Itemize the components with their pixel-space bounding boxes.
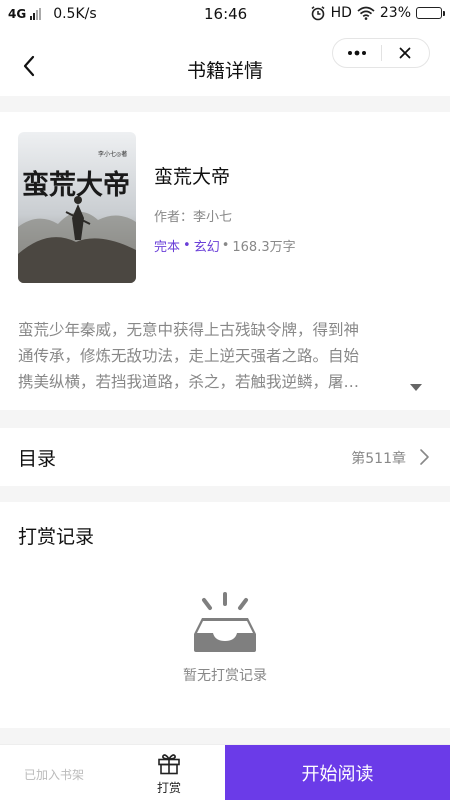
status-tag: 完本 bbox=[154, 240, 181, 255]
description-line: 蛮荒少年秦威，无意中获得上古残缺令牌，得到神 bbox=[18, 321, 360, 339]
book-title: 蛮荒大帝 bbox=[154, 166, 231, 188]
cover-author-text: 李小七◎著 bbox=[98, 150, 127, 158]
gift-icon bbox=[158, 754, 180, 775]
nav-bar: 书籍详情 bbox=[0, 30, 450, 96]
mini-program-capsule bbox=[332, 38, 430, 68]
close-button[interactable] bbox=[382, 39, 430, 67]
tip-label: 打赏 bbox=[156, 781, 181, 795]
wifi-icon bbox=[357, 6, 375, 20]
more-button[interactable] bbox=[333, 39, 381, 67]
bottom-action-bar: 已加入书架 打赏 开始阅读 bbox=[0, 744, 450, 800]
catalog-label: 目录 bbox=[18, 448, 57, 470]
meta-separator: • bbox=[183, 238, 191, 253]
empty-inbox-icon bbox=[194, 592, 256, 652]
meta-separator: • bbox=[221, 238, 230, 253]
more-dots-icon bbox=[347, 50, 366, 56]
status-left: 4G 0.5K/s bbox=[8, 6, 97, 22]
book-info-card: 蛮荒大帝 李小七◎著 蛮荒大帝 作者：李小七 完本 • 玄幻 • 168.3万字… bbox=[0, 112, 450, 410]
reward-section: 打赏记录 暂无打赏记录 bbox=[0, 502, 450, 728]
close-icon bbox=[399, 47, 411, 59]
signal-icon bbox=[30, 8, 42, 20]
word-count: 168.3万字 bbox=[232, 240, 296, 255]
book-description: 蛮荒少年秦威，无意中获得上古残缺令牌，得到神 通传承，修炼无敌功法，走上逆天强者… bbox=[18, 317, 418, 395]
network-speed: 0.5K/s bbox=[53, 6, 97, 22]
empty-text: 暂无打赏记录 bbox=[183, 668, 267, 684]
status-right: HD 23% bbox=[310, 5, 445, 21]
reward-title: 打赏记录 bbox=[18, 526, 95, 548]
tip-button[interactable]: 打赏 bbox=[148, 751, 190, 797]
book-author: 作者：李小七 bbox=[154, 210, 233, 225]
latest-chapter: 第511章 bbox=[351, 451, 406, 467]
network-type: 4G bbox=[8, 7, 27, 21]
battery-icon bbox=[416, 7, 445, 19]
battery-percent: 23% bbox=[379, 5, 411, 21]
book-cover[interactable]: 蛮荒大帝 李小七◎著 bbox=[18, 132, 136, 283]
cover-title-text: 蛮荒大帝 bbox=[22, 169, 130, 201]
alarm-icon bbox=[311, 6, 325, 21]
added-to-shelf-label: 已加入书架 bbox=[24, 768, 85, 782]
start-reading-button[interactable]: 开始阅读 bbox=[225, 745, 450, 800]
description-line: 携美纵横，若挡我道路，杀之，若触我逆鳞，屠… bbox=[18, 373, 360, 391]
genre-tag: 玄幻 bbox=[193, 240, 220, 255]
expand-triangle-icon[interactable] bbox=[410, 384, 422, 391]
status-time: 16:46 bbox=[204, 5, 248, 23]
description-line: 通传承，修炼无敌功法，走上逆天强者之路。自始 bbox=[18, 347, 360, 365]
chevron-right-icon bbox=[420, 449, 429, 465]
status-bar: 4G 0.5K/s 16:46 HD 23% bbox=[0, 0, 450, 30]
book-meta: 完本 • 玄幻 • 168.3万字 bbox=[154, 236, 296, 255]
book-cover-image: 蛮荒大帝 李小七◎著 bbox=[18, 132, 136, 283]
catalog-row[interactable]: 目录 第511章 bbox=[0, 428, 450, 486]
hd-indicator: HD bbox=[330, 5, 352, 21]
